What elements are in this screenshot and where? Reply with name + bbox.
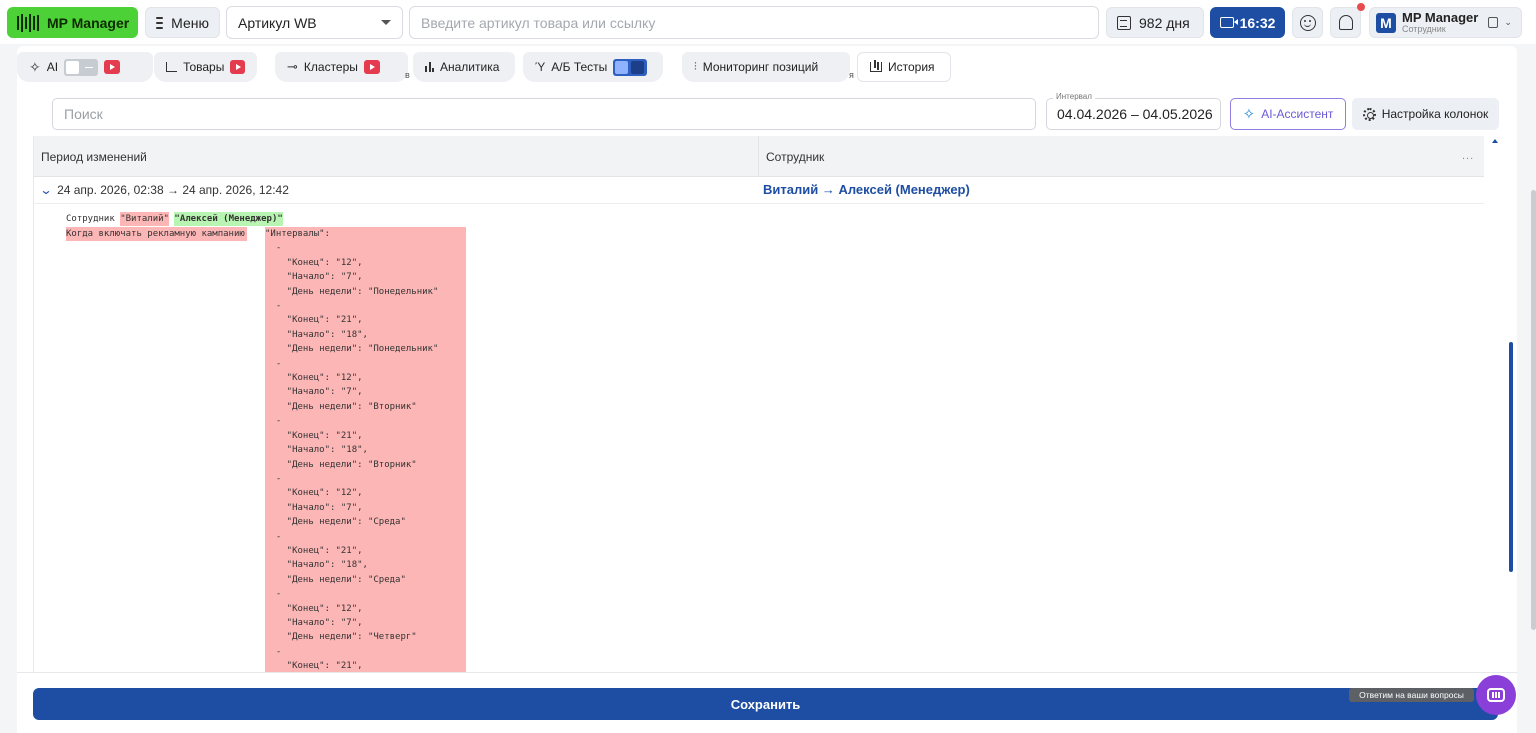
video-badge-icon[interactable] [363,60,380,74]
chevron-down-icon[interactable]: ⌄ [39,183,52,197]
account-name: MP Manager [1402,9,1479,25]
copy-icon[interactable] [1488,17,1499,28]
article-search-placeholder: Введите артикул товара или ссылку [421,14,656,31]
scroll-up-arrow[interactable] [1492,139,1498,143]
tab-ai-label: AI [46,60,59,74]
feedback-button[interactable] [1292,7,1323,38]
ai-assistant-label: AI-Ассистент [1261,107,1334,121]
table-search-input[interactable]: Поиск [52,98,1036,130]
sparkle-icon: ✧ [29,58,41,75]
article-type-value: Артикул WB [238,14,317,31]
column-header-period-label: Период изменений [41,149,147,164]
tab-clusters[interactable]: ⊸ Кластеры [275,52,408,82]
key-icon: ⊸ [287,59,298,74]
tab-ab-tests[interactable]: Ύ А/Б Тесты [523,52,663,82]
ai-toggle[interactable] [64,58,99,76]
tab-position-monitoring[interactable]: ⫶ Мониторинг позиций [682,52,850,82]
column-header-employee-label: Сотрудник [766,149,825,164]
table-scrollbar[interactable] [1509,342,1513,572]
history-table: Период изменений Сотрудник ... ⌄ 24 апр.… [33,136,1513,686]
chat-icon [1487,688,1505,702]
tab-fragment-1: в [405,70,410,80]
tab-fragment-2: я [849,70,854,80]
tab-position-monitoring-label: Мониторинг позиций [702,60,819,74]
diff-field-employee: Сотрудник [66,213,115,224]
video-icon [1219,17,1238,28]
gear-icon [1362,107,1376,121]
tab-ai[interactable]: ✧ AI [17,52,153,82]
column-menu-button[interactable]: ... [1462,150,1474,162]
ai-assistant-button[interactable]: ✧ AI-Ассистент [1230,98,1346,130]
sparkle-icon: ✧ [1242,106,1256,123]
account-switcher[interactable]: M MP Manager Сотрудник ⌄ [1369,7,1522,38]
account-text: MP Manager Сотрудник [1402,11,1478,34]
row-period: ⌄ 24 апр. 2026, 02:38 → 24 апр. 2026, 12… [39,183,289,197]
support-chat-button[interactable] [1476,675,1516,715]
article-search-input[interactable]: Введите артикул товара или ссылку [409,6,1099,39]
interval-label: Интервал [1053,92,1095,101]
tab-history[interactable]: История [857,52,951,82]
avatar: M [1376,12,1396,33]
tab-analytics[interactable]: Аналитика [413,52,515,82]
tab-ab-tests-label: А/Б Тесты [551,60,608,74]
diff-field-campaign-schedule: Когда включать рекламную кампанию [66,227,247,242]
diff-new-value: "Алексей (Менеджер)" [174,211,283,227]
row-employee-link[interactable]: Виталий → Алексей (Менеджер) [763,182,970,197]
bar-chart-icon [425,62,434,72]
column-header-employee[interactable]: Сотрудник [759,136,824,177]
notifications-button[interactable] [1330,7,1361,38]
table-search-placeholder: Поиск [64,106,103,122]
logo-button[interactable]: MP Manager [7,7,138,38]
history-card: ✧ AI Товары ⊸ Кластеры в Аналитика Ύ А/Б… [17,46,1517,686]
help-tooltip-text: Ответим на ваши вопросы [1359,690,1464,700]
interval-value: 04.04.2026 – 04.05.2026 [1057,106,1213,122]
account-role: Сотрудник [1402,23,1446,34]
diff-line-employee: Сотрудник "Виталий" "Алексей (Менеджер)" [66,211,283,227]
help-tooltip: Ответим на ваши вопросы [1349,688,1474,702]
sliders-icon: ⫶ [694,60,697,73]
menu-button[interactable]: Меню [145,7,220,38]
interval-date-range-input[interactable]: 04.04.2026 – 04.05.2026 [1046,98,1221,130]
history-icon [870,60,882,72]
tab-products-label: Товары [183,60,225,74]
column-settings-label: Настройка колонок [1381,107,1489,121]
page-scrollbar[interactable] [1531,190,1536,630]
notification-dot [1357,3,1365,11]
tab-bar: ✧ AI Товары ⊸ Кластеры в Аналитика Ύ А/Б… [17,50,977,84]
top-bar: MP Manager Меню Артикул WB Введите артик… [0,0,1536,44]
article-type-select[interactable]: Артикул WB [226,6,403,39]
menu-label: Меню [171,14,209,31]
barcode-icon [17,13,40,32]
save-button[interactable]: Сохранить [33,688,1498,720]
burger-icon [156,16,164,29]
tab-analytics-label: Аналитика [440,60,500,74]
chart-line-icon [166,62,178,72]
video-badge-icon[interactable] [104,60,121,74]
column-header-period[interactable]: Период изменений [34,136,147,177]
smile-icon [1299,14,1316,31]
column-settings-button[interactable]: Настройка колонок [1352,98,1499,130]
bell-icon [1338,15,1353,30]
diff-old-value: "Виталий" [120,211,169,227]
tab-products[interactable]: Товары [154,52,257,82]
subscription-days-button[interactable]: 982 дня [1106,7,1204,38]
table-header: Период изменений Сотрудник ... [34,136,1484,177]
calendar-icon [1117,15,1131,30]
video-call-button[interactable]: 16:32 [1210,7,1285,38]
chevron-down-icon: ⌄ [1504,17,1512,27]
table-row[interactable]: ⌄ 24 апр. 2026, 02:38 → 24 апр. 2026, 12… [34,177,1484,204]
fork-icon: Ύ [535,60,546,74]
ab-tests-toggle[interactable] [613,58,648,76]
diff-removed-block: "Интервалы": - "Конец": "12", "Начало": … [265,227,466,683]
tab-clusters-label: Кластеры [303,60,358,74]
tab-history-label: История [888,60,935,74]
video-call-time: 16:32 [1239,14,1276,31]
change-diff: Сотрудник "Виталий" "Алексей (Менеджер)"… [66,211,466,683]
subscription-days-label: 982 дня [1139,14,1190,31]
logo-label: MP Manager [47,14,130,31]
row-period-text: 24 апр. 2026, 02:38 → 24 апр. 2026, 12:4… [57,183,289,197]
save-label: Сохранить [730,696,801,712]
video-badge-icon[interactable] [230,60,245,74]
caret-down-icon [381,20,391,25]
